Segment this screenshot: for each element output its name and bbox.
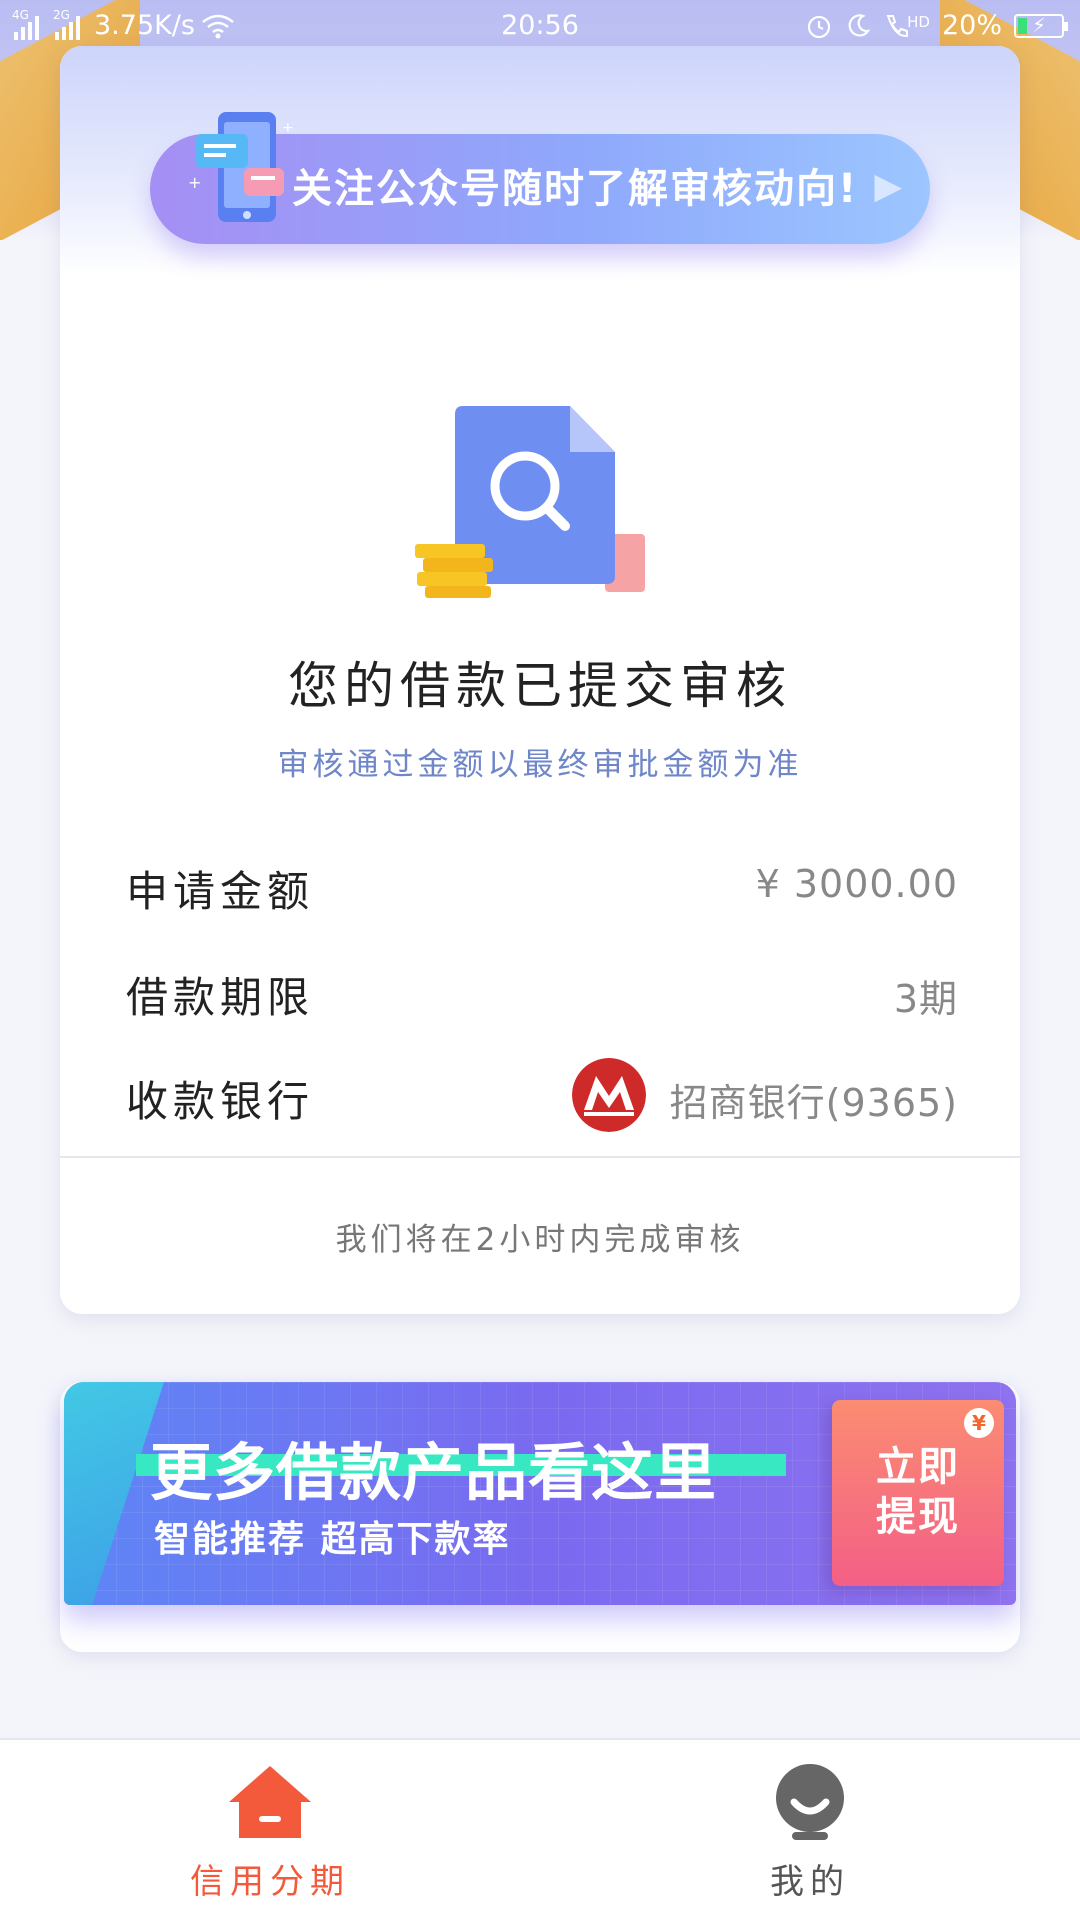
svg-text:+: + <box>188 173 201 192</box>
divider <box>60 1156 1020 1158</box>
status-subtitle: 审核通过金额以最终审批金额为准 <box>277 747 803 783</box>
user-icon <box>776 1764 844 1840</box>
loan-status-card: + + 关注公众号随时了解审核动向! ▶ 您的借款已提交审核 审核通过金额以最终… <box>60 46 1020 1314</box>
svg-text:+: + <box>282 120 294 136</box>
bottom-tab-bar: 信用分期 我的 <box>0 1738 1080 1920</box>
detail-row-amount: 申请金额 ¥ 3000.00 <box>126 858 958 918</box>
moon-icon <box>848 13 871 37</box>
bank-logo-icon <box>572 1058 646 1132</box>
status-title: 您的借款已提交审核 <box>288 657 792 715</box>
detail-row-bank: 收款银行 招商银行(9365) <box>126 1058 958 1132</box>
button-line-1: 立即 <box>876 1444 960 1490</box>
promo-title: 更多借款产品看这里 <box>150 1436 718 1509</box>
detail-label: 借款期限 <box>126 973 315 1022</box>
promo-subtitle: 智能推荐 超高下款率 <box>154 1519 511 1560</box>
alarm-icon <box>808 15 831 38</box>
detail-label: 申请金额 <box>126 867 315 916</box>
button-line-2: 提现 <box>876 1494 960 1540</box>
follow-banner-text: 关注公众号随时了解审核动向! <box>292 166 859 212</box>
battery-icon: ⚡ <box>1014 13 1068 38</box>
tab-mine[interactable]: 我的 <box>660 1762 960 1903</box>
detail-value: 3期 <box>893 977 958 1021</box>
detail-label: 收款银行 <box>126 1077 315 1126</box>
detail-value: ¥ 3000.00 <box>755 862 958 906</box>
home-icon <box>229 1766 311 1838</box>
review-time-note: 我们将在2小时内完成审核 <box>335 1222 745 1258</box>
tab-credit-installment[interactable]: 信用分期 <box>120 1762 420 1903</box>
follow-official-account-banner[interactable]: + + 关注公众号随时了解审核动向! ▶ <box>150 112 930 244</box>
hd-call-icon: HD <box>883 13 930 39</box>
promo-card: 更多借款产品看这里 智能推荐 超高下款率 ¥ 立即 提现 <box>60 1382 1020 1652</box>
play-arrow-icon: ▶ <box>874 166 902 207</box>
withdraw-now-button[interactable]: ¥ 立即 提现 <box>832 1400 1004 1586</box>
document-search-icon <box>415 406 645 598</box>
detail-value: 招商银行(9365) <box>669 1081 958 1125</box>
detail-row-term: 借款期限 3期 <box>126 964 958 1024</box>
tab-label: 信用分期 <box>190 1862 350 1902</box>
status-bar: 4G 2G 3.75K/s 20:56 HD 20% ⚡ <box>0 0 1080 52</box>
battery-percent: 20% <box>941 10 1002 41</box>
yuan-coin-icon: ¥ <box>964 1408 994 1438</box>
more-loans-banner[interactable]: 更多借款产品看这里 智能推荐 超高下款率 ¥ 立即 提现 <box>64 1382 1016 1605</box>
tab-label: 我的 <box>770 1862 850 1902</box>
phone-chat-icon: + + <box>188 112 294 222</box>
